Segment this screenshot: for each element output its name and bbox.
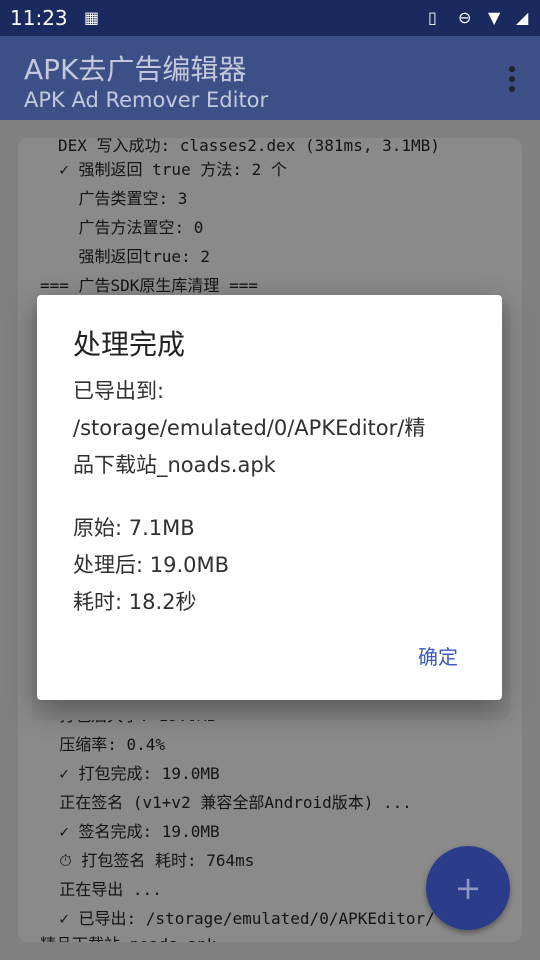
log-line: ✓ 签名完成: 19.0MB [40, 822, 220, 841]
log-line: 正在签名 (v1+v2 兼容全部Android版本) ... [40, 793, 412, 812]
signal-icon: ◢ [516, 8, 529, 27]
notification-icon: ▦ [84, 8, 100, 27]
add-fab-button[interactable]: + [426, 846, 510, 930]
dialog-ok-button[interactable]: 确定 [418, 641, 458, 670]
app-subtitle: APK Ad Remover Editor [24, 88, 269, 112]
dialog-message-line: 原始: 7.1MB [73, 516, 195, 540]
plus-icon: + [454, 869, 482, 907]
log-line: 精品下载站_noads.apk [40, 931, 216, 942]
wifi-icon: ▼ [488, 8, 501, 27]
log-line: ⏱ 打包签名 耗时: 764ms [40, 851, 255, 870]
log-line: 强制返回true: 2 [40, 247, 210, 266]
dnd-icon: ⊖ [458, 8, 472, 27]
status-time: 11:23 [10, 6, 68, 30]
app-title: APK去广告编辑器 [24, 53, 247, 86]
log-line: DEX 写入成功: classes2.dex (381ms, 3.1MB) [58, 138, 440, 155]
dialog-message-line: /storage/emulated/0/APKEditor/精 [73, 416, 426, 440]
log-line: 压缩率: 0.4% [40, 735, 166, 754]
dialog-message-line: 耗时: 18.2秒 [73, 590, 197, 614]
status-bar: 11:23 ▦ ▯ ⊖ ▼ ◢ [0, 0, 540, 36]
overflow-menu-icon[interactable] [508, 66, 516, 94]
vibrate-icon: ▯ [428, 8, 437, 27]
dialog-message-line: 处理后: 19.0MB [73, 553, 230, 577]
log-line: ✓ 打包完成: 19.0MB [40, 764, 220, 783]
dialog-message-line: 品下载站_noads.apk [73, 453, 276, 477]
log-line: ✓ 已导出: /storage/emulated/0/APKEditor/ [40, 909, 435, 928]
log-line: === 广告SDK原生库清理 === [40, 276, 258, 295]
log-line: 广告类置空: 3 [40, 189, 188, 208]
completion-dialog: 处理完成 已导出到: /storage/emulated/0/APKEditor… [37, 295, 502, 700]
dialog-message-line: 已导出到: [73, 379, 165, 403]
dialog-title: 处理完成 [73, 328, 186, 361]
log-line: ✓ 强制返回 true 方法: 2 个 [40, 160, 287, 179]
log-line: 广告方法置空: 0 [40, 218, 204, 237]
app-bar: APK去广告编辑器 APK Ad Remover Editor [0, 36, 540, 120]
log-line: 正在导出 ... [40, 880, 162, 899]
